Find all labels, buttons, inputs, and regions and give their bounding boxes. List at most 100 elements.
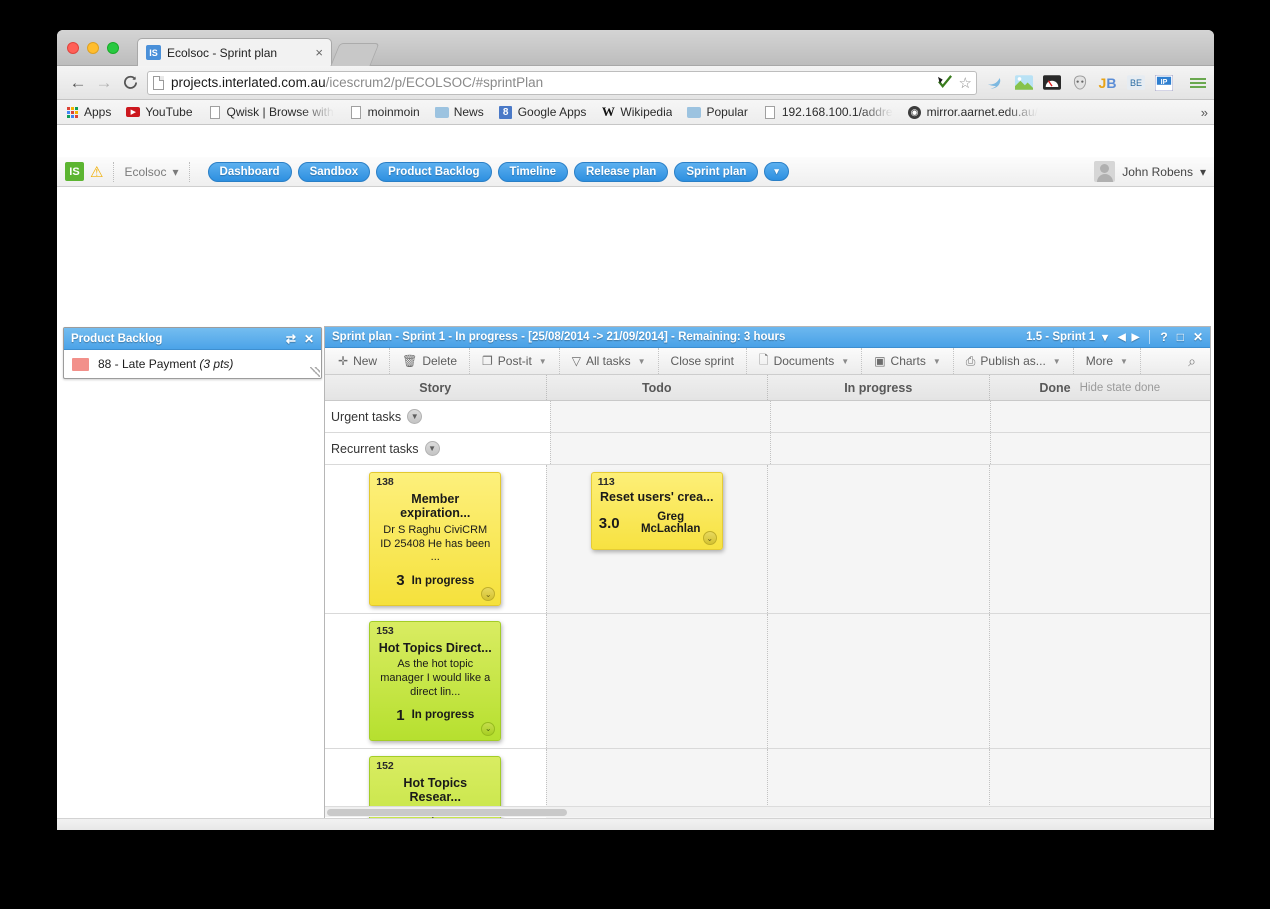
bookmark-wikipedia[interactable]: W Wikipedia xyxy=(601,104,673,119)
more-button[interactable]: More ▼ xyxy=(1074,348,1141,374)
recurrent-inprogress-cell[interactable] xyxy=(770,433,990,464)
task-card[interactable]: 113 Reset users' crea... 3.0 Greg McLach… xyxy=(590,472,723,551)
nav-item-sandbox[interactable]: Sandbox xyxy=(297,161,371,182)
postit-button[interactable]: ❐ Post-it ▼ xyxy=(470,348,560,374)
ip-icon[interactable]: IP xyxy=(1154,73,1173,92)
project-selector[interactable]: Ecolsoc ▾ xyxy=(124,165,178,179)
close-icon[interactable]: × xyxy=(309,45,323,60)
story-cell[interactable]: 138 Member expiration... Dr S Raghu Civi… xyxy=(325,465,546,613)
chevron-down-icon[interactable]: ⌄ xyxy=(702,531,717,546)
bookmark-router[interactable]: 192.168.100.1/addre xyxy=(763,105,893,119)
bookmark-label: moinmoin xyxy=(367,105,420,119)
folder-icon xyxy=(434,105,449,119)
jb-icon[interactable]: JB xyxy=(1098,73,1117,92)
chevron-down-icon[interactable]: ⌄ xyxy=(481,587,496,601)
urgent-inprogress-cell[interactable] xyxy=(770,401,990,432)
list-item[interactable]: 88 - Late Payment (3 pts) xyxy=(64,350,321,378)
next-sprint-icon[interactable]: ▶ xyxy=(1132,332,1140,343)
publish-as-button[interactable]: ⎙ Publish as... ▼ xyxy=(954,348,1074,374)
documents-button[interactable]: 🗋 Documents ▼ xyxy=(747,348,863,374)
search-icon[interactable]: ⌕ xyxy=(1174,353,1210,370)
sprint-selector[interactable]: 1.5 - Sprint 1 ▾ xyxy=(1026,330,1108,344)
chevron-down-icon[interactable]: ▼ xyxy=(407,409,423,424)
forward-icon[interactable]: → xyxy=(91,70,117,96)
speedometer-icon[interactable] xyxy=(1042,73,1061,92)
todo-cell[interactable]: 113 Reset users' crea... 3.0 Greg McLach… xyxy=(545,465,767,613)
urgent-done-cell[interactable] xyxy=(990,401,1210,432)
story-points: 3 xyxy=(396,572,405,589)
bird-icon[interactable] xyxy=(986,73,1005,92)
user-menu[interactable]: John Robens ▾ xyxy=(1094,161,1206,182)
project-name: Ecolsoc xyxy=(124,164,167,179)
bookmark-popular[interactable]: Popular xyxy=(687,105,748,119)
close-window-button[interactable] xyxy=(67,42,79,54)
page-horizontal-scrollbar[interactable] xyxy=(57,818,1214,830)
toolbar-label: Charts xyxy=(890,354,926,368)
nav-more-chevron-down-icon[interactable]: ▾ xyxy=(764,162,789,181)
done-cell[interactable] xyxy=(988,614,1210,748)
bookmark-apps[interactable]: Apps xyxy=(65,105,111,119)
chevron-down-icon[interactable]: ⌄ xyxy=(481,721,496,736)
in-progress-cell[interactable] xyxy=(767,614,989,748)
icescrum-logo-icon[interactable]: IS xyxy=(65,162,84,181)
recurrent-todo-cell[interactable] xyxy=(550,433,770,464)
check-icon[interactable] xyxy=(937,74,954,92)
sprint-pager: ◀ ▶ xyxy=(1118,332,1139,343)
bookmark-youtube[interactable]: ▶ YouTube xyxy=(126,105,193,119)
close-icon[interactable]: ✕ xyxy=(304,332,314,346)
url-input[interactable]: projects.interlated.com.au/icescrum2/p/E… xyxy=(147,70,977,95)
nav-item-product-backlog[interactable]: Product Backlog xyxy=(376,161,492,182)
urgent-todo-cell[interactable] xyxy=(550,401,770,432)
maximize-window-button[interactable] xyxy=(107,42,119,54)
board-horizontal-scrollbar[interactable] xyxy=(325,806,1210,817)
close-sprint-button[interactable]: Close sprint xyxy=(659,348,747,374)
swap-icon[interactable]: ⇄ xyxy=(286,332,296,346)
chevron-down-icon[interactable]: ▼ xyxy=(424,441,440,456)
table-row: Recurrent tasks ▼ xyxy=(325,433,1210,465)
column-header-done-label: Done xyxy=(1039,380,1071,395)
bookmarks-overflow-icon[interactable]: » xyxy=(1201,105,1208,120)
nav-item-dashboard[interactable]: Dashboard xyxy=(207,161,292,182)
in-progress-cell[interactable] xyxy=(767,465,989,613)
help-icon[interactable]: ? xyxy=(1160,330,1167,344)
mask-icon[interactable] xyxy=(1070,73,1089,92)
prev-sprint-icon[interactable]: ◀ xyxy=(1118,332,1126,343)
scrollbar-thumb[interactable] xyxy=(327,809,567,816)
recurrent-done-cell[interactable] xyxy=(990,433,1210,464)
new-button[interactable]: ✛ New xyxy=(325,348,391,374)
svg-text:IP: IP xyxy=(1160,77,1167,85)
warning-triangle-icon[interactable]: ⚠ xyxy=(90,163,103,181)
sprint-selector-label: 1.5 - Sprint 1 xyxy=(1026,331,1096,343)
bookmark-moinmoin[interactable]: moinmoin xyxy=(349,105,420,119)
nav-item-timeline[interactable]: Timeline xyxy=(497,161,568,182)
bookmark-mirror[interactable]: ◉ mirror.aarnet.edu.au/ xyxy=(908,105,1038,119)
nav-item-release-plan[interactable]: Release plan xyxy=(574,161,669,182)
bookmark-qwisk[interactable]: Qwisk | Browse with xyxy=(208,105,334,119)
browser-tab-active[interactable]: IS Ecolsoc - Sprint plan × xyxy=(137,38,332,66)
todo-cell[interactable] xyxy=(545,614,767,748)
star-icon[interactable]: ☆ xyxy=(959,74,972,92)
hide-state-done-toggle[interactable]: Hide state done xyxy=(1080,382,1161,394)
bec-icon[interactable]: BE xyxy=(1126,73,1145,92)
all-tasks-button[interactable]: ▽ All tasks ▼ xyxy=(560,348,659,374)
done-cell[interactable] xyxy=(988,465,1210,613)
bookmark-news[interactable]: News xyxy=(434,105,484,119)
charts-button[interactable]: ▣ Charts ▼ xyxy=(862,348,954,374)
resize-handle[interactable] xyxy=(310,367,320,377)
photo-icon[interactable] xyxy=(1014,73,1033,92)
maximize-icon[interactable]: □ xyxy=(1177,330,1184,344)
minimize-window-button[interactable] xyxy=(87,42,99,54)
nav-item-sprint-plan[interactable]: Sprint plan xyxy=(674,161,759,182)
hamburger-menu-icon[interactable] xyxy=(1182,77,1206,88)
reload-icon[interactable] xyxy=(117,70,143,96)
back-icon[interactable]: ← xyxy=(65,70,91,96)
story-card[interactable]: 138 Member expiration... Dr S Raghu Civi… xyxy=(369,472,502,606)
story-cell[interactable]: 153 Hot Topics Direct... As the hot topi… xyxy=(325,614,546,748)
close-icon[interactable]: ✕ xyxy=(1193,330,1203,344)
story-description: Dr S Raghu CiviCRM ID 25408 He has been … xyxy=(380,523,491,564)
story-card[interactable]: 153 Hot Topics Direct... As the hot topi… xyxy=(369,621,502,741)
new-tab-button[interactable] xyxy=(330,43,380,66)
toolbar-label: Publish as... xyxy=(980,354,1046,368)
delete-button[interactable]: 🗑 Delete xyxy=(390,348,470,374)
bookmark-google-apps[interactable]: 8 Google Apps xyxy=(499,105,586,119)
